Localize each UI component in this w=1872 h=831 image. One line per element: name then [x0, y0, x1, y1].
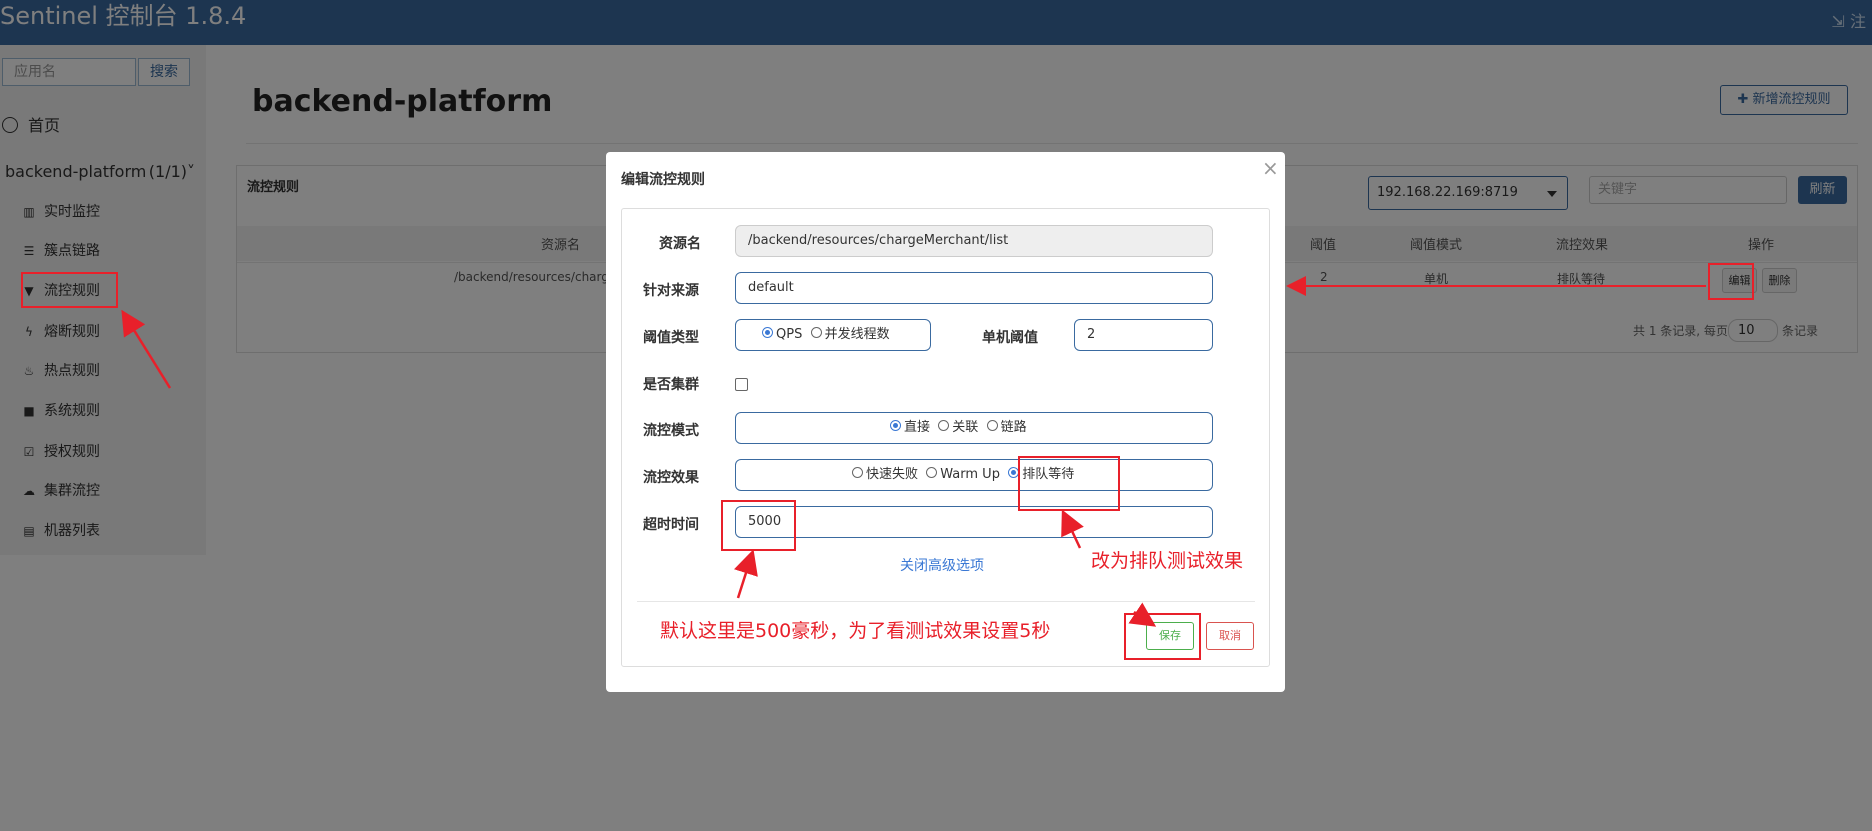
annotation-arrows: [121, 276, 1706, 627]
arrow-to-flow-rules: [121, 309, 172, 389]
arrow-to-save: [1128, 602, 1157, 627]
arrow-to-queue-option: [1061, 509, 1084, 549]
arrow-to-timeout: [734, 549, 758, 599]
